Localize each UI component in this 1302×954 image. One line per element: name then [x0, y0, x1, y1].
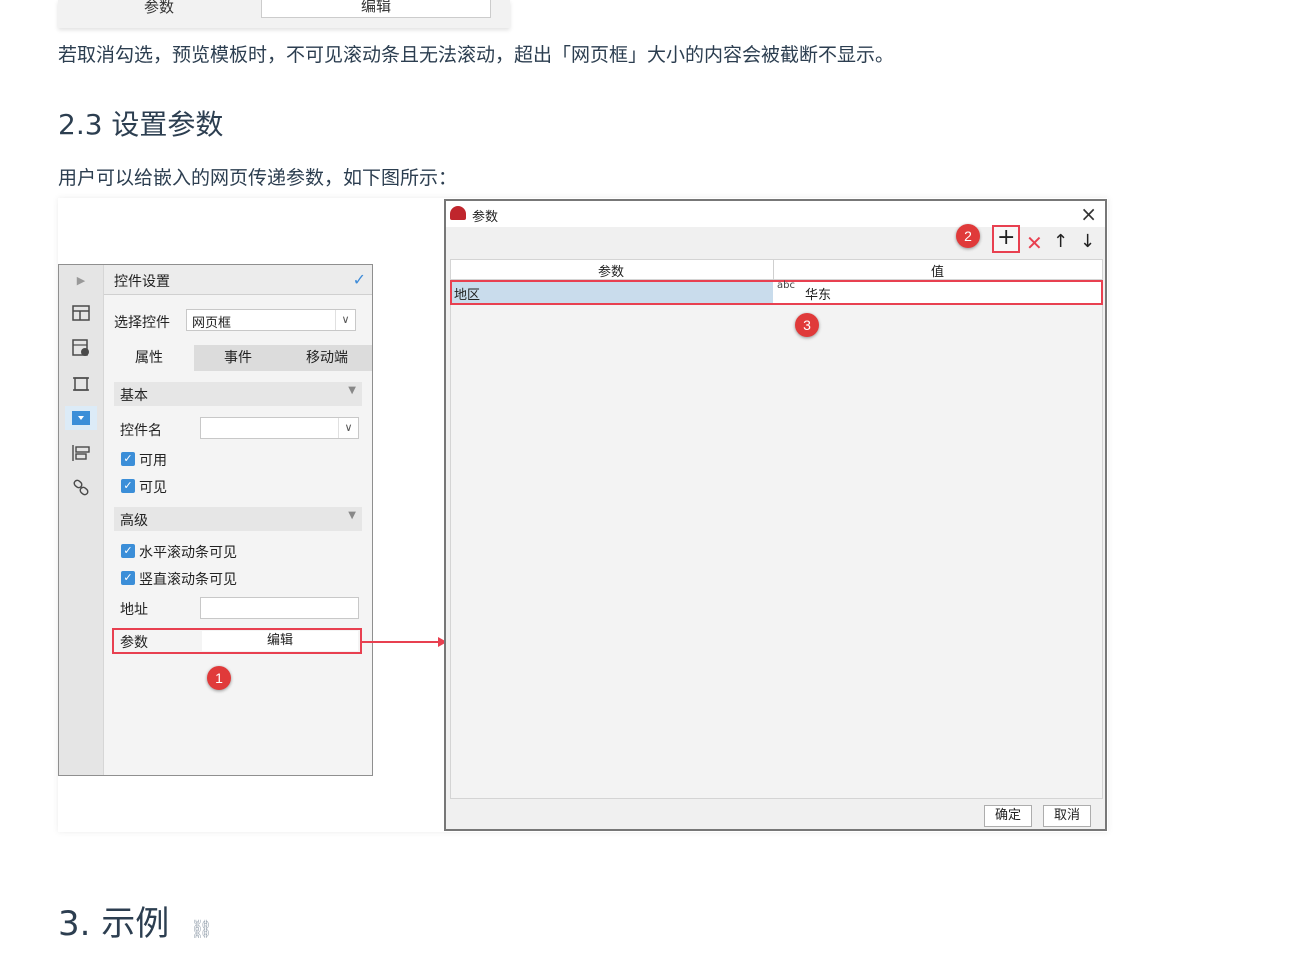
- chevron-down-icon: ▼: [348, 510, 356, 521]
- tab-mobile[interactable]: 移动端: [282, 345, 372, 371]
- fragment-label: 参数: [144, 0, 175, 16]
- delete-icon[interactable]: ✕: [1026, 231, 1043, 255]
- control-select[interactable]: 网页框 ∨: [186, 309, 356, 331]
- close-icon[interactable]: ×: [1080, 202, 1097, 226]
- widget-info-icon[interactable]: [69, 336, 93, 360]
- widget-icon[interactable]: [65, 406, 97, 430]
- dialog-titlebar: 参数 ×: [446, 201, 1105, 227]
- v-scroll-label: 竖直滚动条可见: [139, 572, 237, 588]
- panel-header: 控件设置 ✓: [104, 265, 372, 295]
- table-header: 参数 值: [451, 260, 1102, 280]
- parameter-dialog: 参数 × 2 + ✕ ↑ ↓ 参数 值 地区 abc 华东 3 确定 取消: [444, 199, 1107, 831]
- section-heading-2-3: 2.3 设置参数: [58, 108, 224, 141]
- step-badge-3: 3: [795, 313, 819, 337]
- h-scroll-label: 水平滚动条可见: [139, 545, 237, 561]
- tab-events[interactable]: 事件: [193, 345, 283, 371]
- control-settings-panel: ▶ 控件设置 ✓ 选择控件 网页框 ∨ 属性 事件 移动端 基本 ▼ 控件名 ∨…: [58, 264, 373, 776]
- paragraph-param-intro: 用户可以给嵌入的网页传递参数，如下图所示：: [58, 167, 458, 189]
- enabled-label: 可用: [139, 453, 167, 469]
- apply-check-icon[interactable]: ✓: [353, 270, 366, 289]
- v-scroll-checkbox[interactable]: ✓: [121, 571, 135, 585]
- control-select-value: 网页框: [192, 316, 232, 331]
- enabled-checkbox[interactable]: ✓: [121, 452, 135, 466]
- row-param-value[interactable]: 华东: [805, 284, 831, 303]
- cancel-button[interactable]: 取消: [1043, 805, 1091, 827]
- frame-icon[interactable]: [69, 372, 93, 396]
- link-icon[interactable]: [69, 476, 93, 500]
- fragment-edit-button: 编辑: [261, 0, 491, 18]
- dialog-title: 参数: [472, 210, 499, 225]
- chevron-down-icon: ▼: [348, 385, 356, 396]
- previous-figure-fragment: 参数 编辑: [58, 0, 510, 28]
- column-divider: [773, 260, 774, 280]
- step-badge-2: 2: [956, 224, 980, 248]
- column-header-value: 值: [931, 265, 945, 280]
- ok-button[interactable]: 确定: [984, 805, 1032, 827]
- connector-arrow: [360, 637, 447, 647]
- form-icon[interactable]: [69, 441, 93, 465]
- visible-checkbox[interactable]: ✓: [121, 479, 135, 493]
- advanced-section-header[interactable]: 高级 ▼: [114, 507, 362, 531]
- chevron-down-icon[interactable]: ∨: [335, 310, 355, 330]
- basic-section-title: 基本: [120, 388, 148, 404]
- paragraph-scroll-note: 若取消勾选，预览模板时，不可见滚动条且无法滚动，超出「网页框」大小的内容会被截断…: [58, 44, 895, 66]
- advanced-section-title: 高级: [120, 513, 148, 529]
- add-icon[interactable]: +: [997, 225, 1015, 250]
- anchor-link-icon[interactable]: ⛓: [190, 919, 213, 940]
- param-edit-button[interactable]: 编辑: [202, 631, 358, 651]
- move-up-icon[interactable]: ↑: [1053, 231, 1068, 252]
- address-input[interactable]: [200, 597, 359, 619]
- address-label: 地址: [120, 602, 148, 618]
- panel-title: 控件设置: [114, 274, 170, 290]
- column-header-param: 参数: [598, 265, 625, 280]
- control-name-label: 控件名: [120, 423, 162, 439]
- visible-label: 可见: [139, 480, 167, 496]
- abc-type-icon[interactable]: abc: [777, 281, 795, 291]
- expand-icon[interactable]: ▶: [69, 268, 93, 292]
- step-badge-1: 1: [207, 666, 231, 690]
- section-heading-3-text: 3. 示例: [58, 904, 170, 944]
- param-row-highlight: 参数 编辑: [112, 628, 362, 654]
- add-button-highlight: +: [992, 225, 1020, 253]
- param-label: 参数: [120, 635, 148, 651]
- select-control-label: 选择控件: [114, 315, 170, 331]
- panel-sidebar: ▶: [59, 265, 104, 775]
- move-down-icon[interactable]: ↓: [1080, 231, 1095, 252]
- tab-properties[interactable]: 属性: [104, 345, 194, 371]
- app-logo-icon: [450, 206, 466, 220]
- param-row-highlight-dialog: 地区 abc 华东: [450, 280, 1103, 305]
- control-name-input[interactable]: ∨: [200, 417, 359, 439]
- h-scroll-checkbox[interactable]: ✓: [121, 544, 135, 558]
- parameter-setting-figure: ▶ 控件设置 ✓ 选择控件 网页框 ∨ 属性 事件 移动端 基本 ▼ 控件名 ∨…: [58, 198, 1108, 832]
- layout-icon[interactable]: [69, 301, 93, 325]
- basic-section-header[interactable]: 基本 ▼: [114, 382, 362, 406]
- parameter-table: 参数 值: [450, 259, 1103, 799]
- row-param-name[interactable]: 地区: [454, 284, 480, 303]
- chevron-down-icon[interactable]: ∨: [338, 418, 358, 438]
- settings-tabs: 属性 事件 移动端: [104, 345, 372, 371]
- section-heading-3: 3. 示例 ⛓: [58, 896, 213, 945]
